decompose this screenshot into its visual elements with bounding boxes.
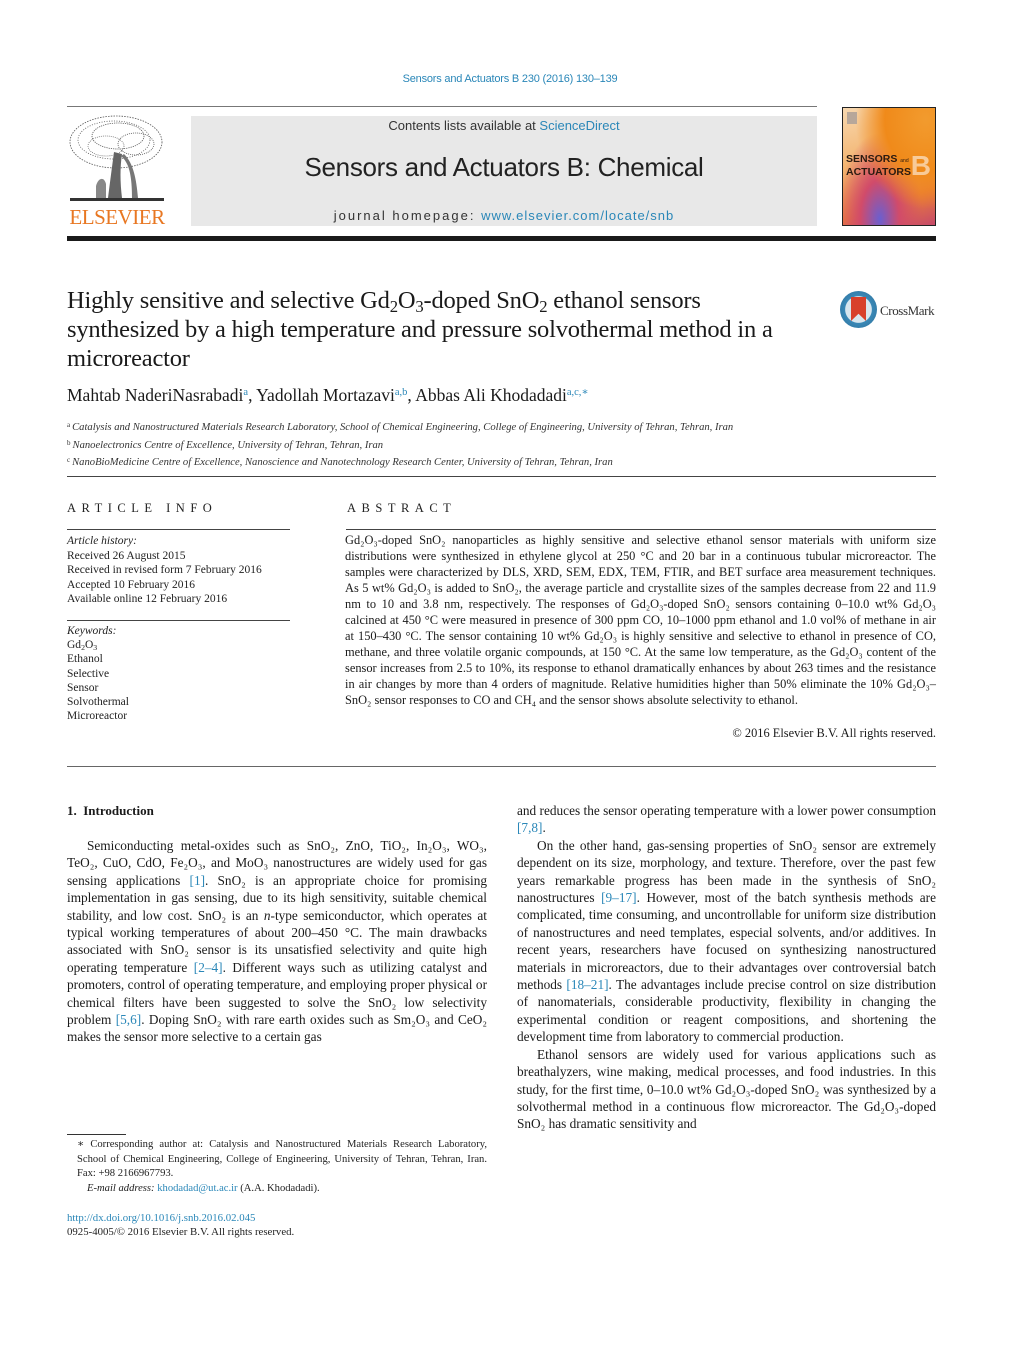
abstract-copyright: © 2016 Elsevier B.V. All rights reserved… bbox=[732, 726, 936, 740]
body-paragraph: Semiconducting metal-oxides such as SnO₂… bbox=[67, 837, 487, 1046]
history-online: Available online 12 February 2016 bbox=[67, 593, 228, 605]
citation-link[interactable]: [9–17] bbox=[601, 890, 636, 905]
citation-link[interactable]: [1] bbox=[190, 873, 206, 888]
author-name[interactable]: Yadollah Mortazavi bbox=[256, 385, 395, 405]
history-revised: Received in revised form 7 February 2016 bbox=[67, 564, 262, 576]
abstract-heading: ABSTRACT bbox=[347, 501, 457, 515]
body-paragraph: On the other hand, gas-sensing propertie… bbox=[517, 837, 936, 1046]
cover-publisher-icon bbox=[847, 112, 857, 124]
footnote-star: ∗ bbox=[77, 1139, 85, 1150]
body-text: . bbox=[542, 820, 546, 836]
article-history: Article history: Received 26 August 2015… bbox=[67, 534, 292, 607]
corresponding-author-footnote: ∗ Corresponding author at: Catalysis and… bbox=[67, 1138, 487, 1196]
citation-link[interactable]: [2–4] bbox=[194, 960, 223, 975]
divider bbox=[67, 476, 936, 477]
journal-name: Sensors and Actuators B: Chemical bbox=[304, 152, 704, 182]
divider bbox=[67, 620, 290, 621]
crossmark-button[interactable]: CrossMark bbox=[840, 291, 940, 329]
keyword-item[interactable]: Sensor bbox=[67, 681, 292, 695]
email-link[interactable]: khodadad@ut.ac.ir bbox=[157, 1183, 237, 1194]
email-label: E-mail address: bbox=[87, 1182, 155, 1194]
author-name[interactable]: Mahtab NaderiNasrabadi bbox=[67, 385, 243, 405]
citation-link[interactable]: [5,6] bbox=[116, 1012, 141, 1027]
body-text: n bbox=[263, 907, 271, 923]
section-heading-introduction: 1. Introduction bbox=[67, 803, 154, 818]
affiliation-marker[interactable]: a bbox=[243, 387, 248, 398]
email-suffix: (A.A. Khodadadi). bbox=[237, 1182, 320, 1194]
history-received: Received 26 August 2015 bbox=[67, 549, 186, 562]
footnote-divider bbox=[67, 1134, 126, 1135]
cover-letter: B bbox=[910, 150, 931, 181]
author-name[interactable]: Abbas Ali Khodadadi bbox=[415, 385, 567, 405]
keyword-item[interactable]: Ethanol bbox=[67, 652, 292, 666]
keywords-label: Keywords: bbox=[67, 625, 117, 637]
citation-link[interactable]: [7,8] bbox=[517, 820, 542, 835]
keyword-item[interactable]: Microreactor bbox=[67, 709, 292, 723]
divider bbox=[67, 766, 936, 767]
affiliation-item: a Catalysis and Nanostructured Materials … bbox=[67, 421, 734, 433]
keyword-item[interactable]: Selective bbox=[67, 667, 292, 681]
journal-citation-link[interactable]: Sensors and Actuators B 230 (2016) 130–1… bbox=[0, 73, 1020, 85]
author-list: Mahtab NaderiNasrabadia, Yadollah Mortaz… bbox=[67, 385, 589, 405]
affiliation-marker[interactable]: a,c,∗ bbox=[567, 387, 589, 398]
body-paragraph: and reduces the sensor operating tempera… bbox=[517, 802, 936, 837]
keywords-list: Keywords: Gd2O3 Ethanol Selective Sensor… bbox=[67, 624, 292, 723]
issn-copyright: 0925-4005/© 2016 Elsevier B.V. All right… bbox=[67, 1226, 295, 1238]
body-text: Ethanol sensors are widely used for vari… bbox=[517, 1046, 936, 1132]
article-info-heading: ARTICLE INFO bbox=[67, 501, 218, 515]
keyword-item[interactable]: Gd2O3 bbox=[67, 638, 292, 652]
keyword-item[interactable]: Solvothermal bbox=[67, 695, 292, 709]
abstract-text: Gd₂O₃-doped SnO₂ nanoparticles as highly… bbox=[345, 533, 936, 707]
divider bbox=[67, 529, 290, 530]
affiliation-item: c NanoBioMedicine Centre of Excellence, N… bbox=[67, 456, 613, 468]
header-divider bbox=[67, 106, 817, 107]
journal-masthead: Contents lists available at ScienceDirec… bbox=[191, 116, 817, 226]
sciencedirect-link[interactable]: ScienceDirect bbox=[539, 118, 619, 133]
body-column-left: Semiconducting metal-oxides such as SnO₂… bbox=[67, 837, 487, 1046]
header-thick-divider bbox=[67, 236, 936, 241]
divider bbox=[346, 529, 936, 530]
corresponding-author-text: Corresponding author at: Catalysis and N… bbox=[77, 1139, 487, 1179]
affiliation-item: b Nanoelectronics Centre of Excellence, U… bbox=[67, 438, 384, 451]
citation-link[interactable]: [18–21] bbox=[566, 977, 608, 992]
homepage-prefix: journal homepage: bbox=[333, 208, 482, 223]
journal-homepage-line: journal homepage: www.elsevier.com/locat… bbox=[191, 208, 817, 223]
body-text: and reduces the sensor operating tempera… bbox=[517, 803, 936, 818]
affiliation-list: a Catalysis and Nanostructured Materials … bbox=[67, 418, 937, 471]
contents-available-line: Contents lists available at ScienceDirec… bbox=[191, 118, 817, 133]
contents-prefix: Contents lists available at bbox=[388, 118, 540, 133]
article-title: Highly sensitive and selective Gd2O3-dop… bbox=[67, 287, 773, 372]
affiliation-marker[interactable]: a,b bbox=[395, 387, 408, 398]
doi-link[interactable]: http://dx.doi.org/10.1016/j.snb.2016.02.… bbox=[67, 1212, 255, 1224]
crossmark-label: CrossMark bbox=[880, 303, 935, 318]
history-label: Article history: bbox=[67, 535, 137, 547]
cover-title: SENSORS and ACTUATORS bbox=[846, 153, 911, 178]
tree-icon bbox=[69, 115, 164, 201]
journal-cover-image[interactable]: SENSORS and ACTUATORS B bbox=[842, 107, 936, 226]
journal-homepage-link[interactable]: www.elsevier.com/locate/snb bbox=[481, 208, 674, 223]
history-accepted: Accepted 10 February 2016 bbox=[67, 578, 196, 591]
body-column-right: and reduces the sensor operating tempera… bbox=[517, 802, 936, 1133]
elsevier-wordmark: ELSEVIER bbox=[69, 205, 165, 229]
elsevier-logo[interactable]: ELSEVIER bbox=[66, 112, 168, 230]
body-paragraph: Ethanol sensors are widely used for vari… bbox=[517, 1046, 936, 1133]
